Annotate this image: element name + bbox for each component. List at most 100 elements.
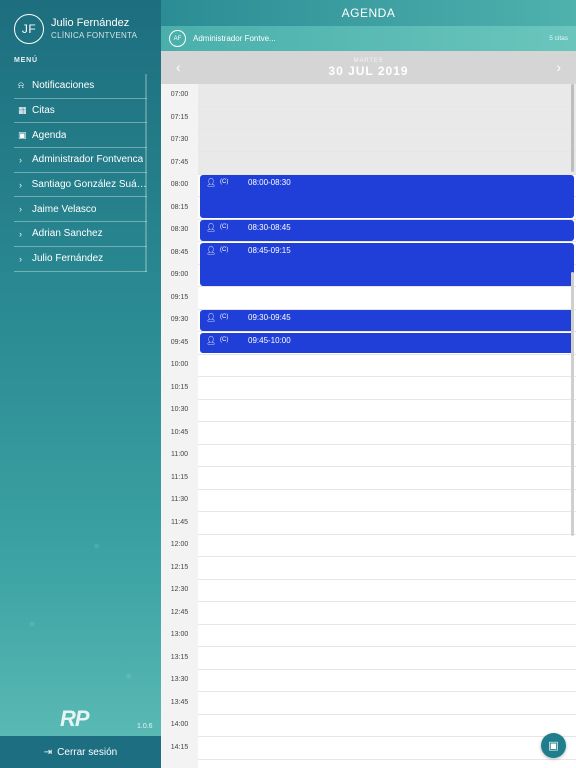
appointment-block[interactable]: 👤︎ (C) 08:30-08:45 bbox=[200, 220, 574, 241]
appointment-block[interactable]: 👤︎ (C) 08:45-09:15 bbox=[200, 242, 574, 286]
appointment-tag: (C) bbox=[220, 179, 229, 185]
menu-title: MENÚ bbox=[14, 57, 38, 64]
slot-divider bbox=[198, 691, 576, 692]
sidebar-item-5[interactable]: › Jaime Velasco bbox=[14, 197, 147, 223]
slot-divider bbox=[198, 106, 576, 107]
page-title: AGENDA bbox=[341, 6, 396, 20]
slot-divider bbox=[198, 578, 576, 580]
user-profile[interactable]: JF Julio Fernández CLÍNICA FONTVENTA bbox=[14, 14, 137, 44]
calendar-scrollbar[interactable] bbox=[571, 84, 574, 172]
appointment-time: 08:00-08:30 bbox=[248, 178, 291, 187]
slot-divider bbox=[198, 511, 576, 512]
sidebar-item-label: Citas bbox=[32, 105, 55, 117]
slot-divider bbox=[198, 376, 576, 377]
patient-icon: 👤︎ bbox=[206, 313, 217, 322]
chevron-right-icon: › bbox=[19, 154, 22, 165]
slot-divider bbox=[198, 736, 576, 737]
sidebar: JF Julio Fernández CLÍNICA FONTVENTA MEN… bbox=[0, 0, 161, 768]
sidebar-item-4[interactable]: › Santiago González Suárez bbox=[14, 173, 147, 198]
time-slot-label: 09:30 bbox=[170, 316, 189, 323]
appointment-time: 08:30-08:45 bbox=[248, 223, 291, 232]
appointment-time: 09:45-10:00 bbox=[248, 335, 291, 345]
sidebar-item-1[interactable]: ▦ Citas bbox=[14, 99, 147, 124]
appointment-block[interactable]: 👤︎ (C) 09:45-10:00 bbox=[200, 332, 574, 353]
slot-divider bbox=[198, 151, 576, 152]
appointment-block[interactable]: 👤︎ (C) 08:00-08:30 bbox=[200, 175, 574, 218]
time-slot-label: 07:30 bbox=[170, 136, 189, 143]
appointment-block[interactable]: 👤︎ (C) 09:30-09:45 bbox=[200, 310, 574, 331]
patient-icon: 👤︎ bbox=[206, 245, 217, 255]
doctor-selector[interactable]: AF Administrador Fontve... 5 citas bbox=[161, 26, 576, 51]
time-slot-label: 09:15 bbox=[170, 293, 189, 301]
time-slot-label: 10:00 bbox=[170, 361, 189, 368]
sidebar-item-label: Adrian Sanchez bbox=[32, 228, 103, 240]
chevron-right-icon[interactable]: › bbox=[556, 59, 561, 75]
calendar-scrollbar-track[interactable] bbox=[571, 272, 574, 536]
time-slot-label: 10:30 bbox=[170, 406, 189, 413]
sidebar-item-6[interactable]: › Adrian Sanchez bbox=[14, 222, 147, 247]
slot-divider bbox=[198, 646, 576, 647]
patient-icon: 👤︎ bbox=[206, 178, 217, 187]
time-slot-label: 07:00 bbox=[170, 91, 189, 98]
slot-divider bbox=[198, 713, 576, 715]
rp-logo: RP bbox=[60, 706, 90, 731]
day-calendar[interactable]: 07:00 07:15 07:30 07:45 08:00 08:15 08:30 08:45… bbox=[161, 84, 576, 768]
slot-divider bbox=[198, 533, 576, 535]
sidebar-item-label: Agenda bbox=[32, 129, 67, 141]
slot-divider bbox=[198, 556, 576, 557]
agenda-icon: ▣ bbox=[18, 129, 27, 140]
chevron-right-icon: › bbox=[19, 204, 22, 215]
sidebar-item-0[interactable]: ⍾ Notificaciones bbox=[14, 74, 147, 99]
patient-icon: 👤︎ bbox=[206, 335, 217, 345]
slot-divider bbox=[198, 758, 576, 760]
time-slot-label: 07:45 bbox=[170, 158, 189, 166]
appointment-count: 5 citas bbox=[549, 35, 568, 42]
current-date: 30 JUL 2019 bbox=[328, 63, 409, 78]
sidebar-scrollbar[interactable] bbox=[145, 74, 147, 272]
date-navigator: ‹ MARTES 30 JUL 2019 › bbox=[161, 51, 576, 84]
time-slot-label: 12:45 bbox=[170, 608, 189, 616]
slot-divider bbox=[198, 331, 576, 332]
time-slot-label: 12:15 bbox=[170, 563, 189, 571]
calendar-add-icon: ▣ bbox=[548, 740, 559, 752]
sidebar-item-3[interactable]: › Administrador Fontvenca bbox=[14, 148, 147, 173]
logout-icon: ⇥ bbox=[43, 746, 53, 758]
sidebar-item-label: Jaime Velasco bbox=[32, 203, 97, 215]
appointment-time: 08:45-09:15 bbox=[248, 245, 291, 255]
time-slot-label: 08:30 bbox=[170, 226, 189, 233]
appointment-tag: (C) bbox=[220, 314, 229, 320]
time-slot-label: 07:15 bbox=[170, 113, 189, 121]
slot-divider bbox=[198, 353, 576, 355]
chevron-right-icon: › bbox=[19, 253, 22, 264]
slot-divider bbox=[198, 623, 576, 625]
slot-divider bbox=[198, 668, 576, 670]
time-slot-label: 08:45 bbox=[170, 248, 189, 256]
app-version: 1.0.6 bbox=[137, 723, 153, 730]
time-slot-label: 11:00 bbox=[171, 451, 188, 458]
time-slot-label: 09:45 bbox=[170, 338, 189, 346]
appointment-tag: (C) bbox=[220, 246, 229, 253]
top-bar: AGENDA bbox=[161, 0, 576, 26]
chevron-left-icon[interactable]: ‹ bbox=[176, 59, 181, 75]
time-slot-label: 14:15 bbox=[170, 743, 189, 751]
main-panel: AGENDA AF Administrador Fontve... 5 cita… bbox=[161, 0, 576, 768]
time-slot-label: 11:30 bbox=[171, 496, 188, 503]
time-slot-label: 13:30 bbox=[170, 676, 189, 683]
logout-label: Cerrar sesión bbox=[57, 746, 118, 758]
slot-divider bbox=[198, 488, 576, 490]
time-slot-label: 11:15 bbox=[171, 473, 188, 481]
appointment-tag: (C) bbox=[220, 336, 229, 343]
add-appointment-button[interactable]: ▣ bbox=[541, 733, 566, 758]
slot-divider bbox=[198, 398, 576, 400]
profile-text: Julio Fernández CLÍNICA FONTVENTA bbox=[51, 17, 137, 41]
appointment-time: 09:30-09:45 bbox=[248, 313, 291, 322]
sidebar-item-label: Julio Fernández bbox=[32, 253, 104, 265]
sidebar-item-7[interactable]: › Julio Fernández bbox=[14, 247, 147, 272]
calendar-icon: ▦ bbox=[18, 105, 27, 116]
sidebar-item-2[interactable]: ▣ Agenda bbox=[14, 123, 147, 149]
logout-button[interactable]: ⇥ Cerrar sesión bbox=[0, 736, 161, 768]
doctor-name: Administrador Fontve... bbox=[193, 34, 276, 43]
time-slot-label: 09:00 bbox=[170, 271, 189, 278]
appointment-tag: (C) bbox=[220, 224, 229, 230]
slot-divider bbox=[198, 466, 576, 467]
